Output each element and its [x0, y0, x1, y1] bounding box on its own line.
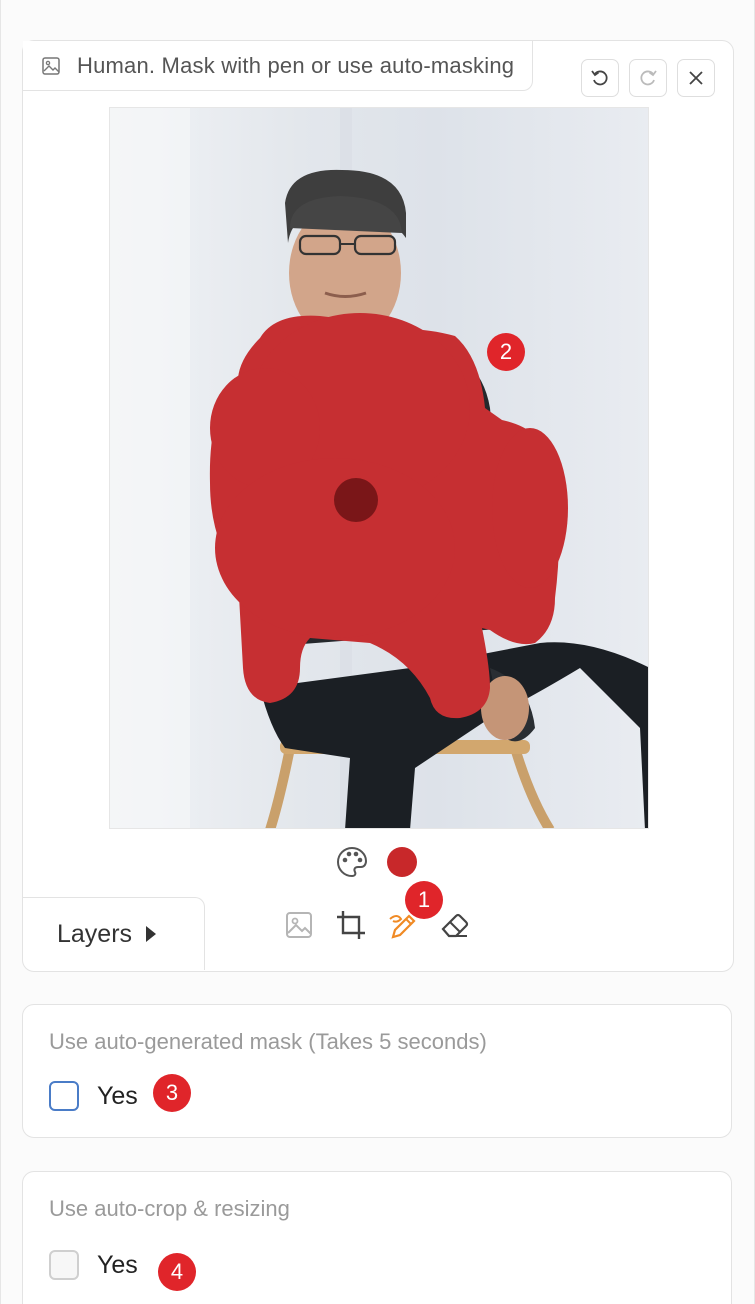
auto-crop-checkbox[interactable]: [49, 1250, 79, 1280]
auto-crop-label: Use auto-crop & resizing: [49, 1196, 290, 1221]
editor-toolbar: [283, 909, 471, 941]
close-button[interactable]: [677, 59, 715, 97]
editor-title-tab: Human. Mask with pen or use auto-masking: [23, 41, 533, 91]
eraser-icon: [441, 913, 469, 938]
layers-toggle[interactable]: Layers: [23, 897, 205, 970]
photo-with-mask: [110, 108, 648, 828]
auto-crop-option[interactable]: Yes: [49, 1250, 138, 1280]
mask-canvas[interactable]: [109, 107, 649, 829]
crop-icon: [337, 911, 365, 939]
auto-mask-option-label: Yes: [97, 1081, 138, 1110]
brush-options: [335, 845, 417, 879]
redo-icon: [640, 70, 657, 86]
auto-crop-panel: Use auto-crop & resizing Yes: [22, 1171, 732, 1304]
annotation-badge-3: 3: [153, 1074, 191, 1112]
brush-color-swatch[interactable]: [387, 847, 417, 877]
annotation-badge-2: 2: [487, 333, 525, 371]
auto-crop-option-label: Yes: [97, 1250, 138, 1279]
auto-mask-option[interactable]: Yes: [49, 1081, 138, 1111]
editor-title: Human. Mask with pen or use auto-masking: [77, 52, 515, 78]
layers-label: Layers: [57, 919, 133, 948]
annotation-badge-4: 4: [158, 1253, 196, 1291]
brush-icon: [389, 914, 416, 939]
image-icon: [286, 912, 312, 938]
redo-button[interactable]: [629, 59, 667, 97]
crop-tool-button[interactable]: [335, 909, 367, 941]
palette-icon[interactable]: [335, 845, 369, 879]
brush-tool-button[interactable]: [387, 909, 419, 941]
auto-mask-label: Use auto-generated mask (Takes 5 seconds…: [49, 1029, 487, 1054]
image-editor: Human. Mask with pen or use auto-masking: [22, 40, 734, 972]
undo-button[interactable]: [581, 59, 619, 97]
image-icon: [42, 56, 60, 75]
caret-right-icon: [146, 926, 157, 942]
auto-mask-checkbox[interactable]: [49, 1081, 79, 1111]
page-border-left: [0, 0, 1, 1304]
image-tool-button[interactable]: [283, 909, 315, 941]
auto-mask-panel: Use auto-generated mask (Takes 5 seconds…: [22, 1004, 732, 1138]
undo-icon: [591, 70, 608, 86]
close-icon: [689, 71, 703, 85]
eraser-tool-button[interactable]: [439, 909, 471, 941]
